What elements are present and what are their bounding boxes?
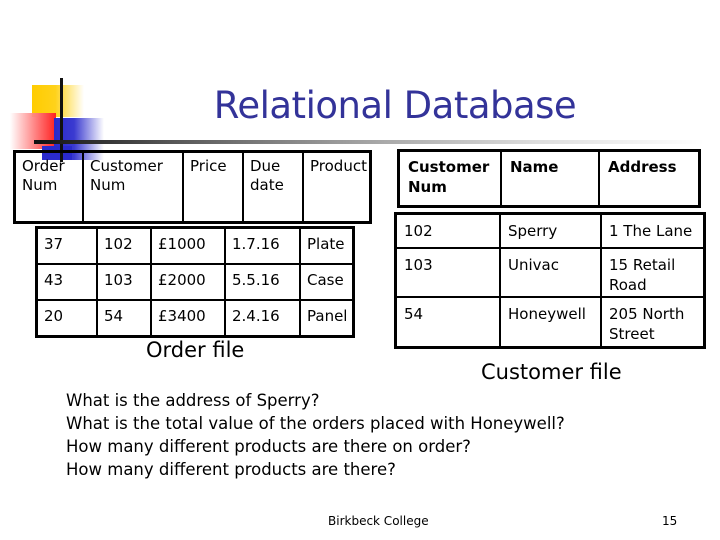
table-cell: 102	[96, 226, 152, 265]
table-cell: 1 The Lane	[600, 212, 706, 249]
customer-file-header-table: Customer Num Name Address	[397, 149, 701, 208]
header-text: date	[250, 176, 284, 194]
header-text: Order	[22, 157, 65, 175]
table-row: 37 102 £1000 1.7.16 Plate	[35, 226, 355, 265]
customer-header-address: Address	[598, 149, 701, 208]
table-cell: 43	[35, 263, 98, 301]
table-cell: 5.5.16	[224, 263, 301, 301]
table-cell: £3400	[150, 299, 226, 338]
order-file-header-table: Order Num Customer Num Price Due date Produ…	[13, 150, 372, 224]
table-row: 103 Univac 15 Retail Road	[394, 246, 706, 299]
table-cell: 54	[394, 296, 501, 349]
order-header-product: Product	[302, 150, 372, 224]
table-cell: Panel	[299, 299, 355, 338]
order-header-customer-num: Customer Num	[82, 150, 184, 224]
header-text: Num	[408, 178, 447, 196]
table-cell: Plate	[299, 226, 355, 265]
table-cell: Univac	[499, 246, 602, 299]
table-cell: Case	[299, 263, 355, 301]
table-row: 102 Sperry 1 The Lane	[394, 212, 706, 249]
address-line: 205 North	[609, 305, 685, 324]
header-text: Num	[90, 176, 126, 194]
header-text: Price	[190, 157, 227, 175]
table-cell: 20	[35, 299, 98, 338]
title-underline-divider	[34, 140, 704, 144]
table-cell: 103	[96, 263, 152, 301]
page-number: 15	[662, 514, 678, 528]
table-cell: 205 North Street	[600, 296, 706, 349]
address-line: Street	[609, 325, 655, 344]
header-text: Num	[22, 176, 58, 194]
address-line: 15 Retail	[609, 255, 676, 274]
header-text: Name	[510, 158, 559, 176]
customer-file-caption: Customer file	[481, 360, 622, 384]
table-row: 43 103 £2000 5.5.16 Case	[35, 263, 355, 301]
table-cell: 2.4.16	[224, 299, 301, 338]
table-cell: 37	[35, 226, 98, 265]
customer-header-num: Customer Num	[397, 149, 502, 208]
address-line: Road	[609, 275, 647, 294]
question-item: What is the total value of the orders pl…	[66, 414, 565, 433]
table-cell: 1.7.16	[224, 226, 301, 265]
table-cell: 102	[394, 212, 501, 249]
table-cell: 103	[394, 246, 501, 299]
questions-list: What is the address of Sperry? What is t…	[66, 389, 565, 481]
order-header-order-num: Order Num	[13, 150, 84, 224]
customer-file-data-table: 102 Sperry 1 The Lane 103 Univac 15 Reta…	[394, 212, 706, 349]
table-cell: £2000	[150, 263, 226, 301]
table-cell: Sperry	[499, 212, 602, 249]
address-line: 1 The Lane	[609, 222, 693, 240]
footer-text: Birkbeck College	[328, 514, 429, 528]
question-item: What is the address of Sperry?	[66, 391, 320, 410]
header-text: Due	[250, 157, 281, 175]
table-cell: £1000	[150, 226, 226, 265]
question-item: How many different products are there on…	[66, 437, 471, 456]
order-header-due-date: Due date	[242, 150, 304, 224]
header-text: Address	[608, 158, 677, 176]
header-text: Product	[310, 157, 367, 175]
question-item: How many different products are there?	[66, 460, 396, 479]
header-text: Customer	[90, 157, 163, 175]
order-header-price: Price	[182, 150, 244, 224]
order-file-data-table: 37 102 £1000 1.7.16 Plate 43 103 £2000 5…	[35, 226, 355, 338]
table-row: 54 Honeywell 205 North Street	[394, 296, 706, 349]
slide-title: Relational Database	[213, 84, 577, 127]
customer-header-name: Name	[500, 149, 600, 208]
table-row: 20 54 £3400 2.4.16 Panel	[35, 299, 355, 338]
order-file-caption: Order file	[146, 338, 245, 362]
header-text: Customer	[408, 158, 490, 176]
table-cell: 54	[96, 299, 152, 338]
table-cell: Honeywell	[499, 296, 602, 349]
table-cell: 15 Retail Road	[600, 246, 706, 299]
